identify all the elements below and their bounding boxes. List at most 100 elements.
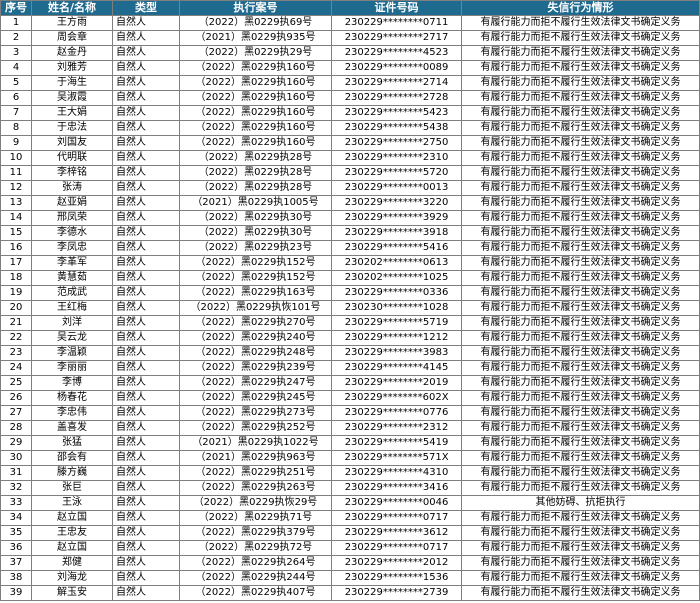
cell-index: 25 [0,375,32,391]
cell-type: 自然人 [112,525,180,541]
cell-id-number: 230229********1536 [331,570,462,586]
cell-type: 自然人 [112,465,180,481]
cell-type: 自然人 [112,255,180,271]
table-row: 17 李革军 自然人 （2022）黑0229执152号 230202********06… [0,255,700,271]
cell-id-number: 230229********0046 [331,495,462,511]
cell-case-number: （2022）黑0229执72号 [179,540,332,556]
table-row: 25 李博 自然人 （2022）黑0229执247号 230229********201… [0,375,700,391]
cell-dishonest-behavior: 有履行能力而拒不履行生效法律文书确定义务 [461,570,700,586]
cell-case-number: （2022）黑0229执247号 [179,375,332,391]
cell-case-number: （2022）黑0229执163号 [179,285,332,301]
cell-dishonest-behavior: 有履行能力而拒不履行生效法律文书确定义务 [461,75,700,91]
cell-index: 8 [0,120,32,136]
cell-case-number: （2022）黑0229执407号 [179,585,332,601]
cell-dishonest-behavior: 有履行能力而拒不履行生效法律文书确定义务 [461,480,700,496]
cell-index: 39 [0,585,32,601]
cell-id-number: 230230********1028 [331,300,462,316]
table-row: 6 吴淑霞 自然人 （2022）黑0229执160号 230229********272… [0,90,700,106]
cell-dishonest-behavior: 有履行能力而拒不履行生效法律文书确定义务 [461,195,700,211]
table-row: 32 张巨 自然人 （2022）黑0229执263号 230229********341… [0,480,700,496]
cell-id-number: 230229********2750 [331,135,462,151]
cell-id-number: 230229********5719 [331,315,462,331]
cell-case-number: （2022）黑0229执30号 [179,210,332,226]
cell-index: 2 [0,30,32,46]
cell-case-number: （2022）黑0229执379号 [179,525,332,541]
cell-case-number: （2022）黑0229执恢101号 [179,300,332,316]
cell-name: 赵金丹 [31,45,113,61]
cell-index: 13 [0,195,32,211]
cell-type: 自然人 [112,495,180,511]
table-row: 8 于忠法 自然人 （2022）黑0229执160号 230229********543… [0,120,700,136]
cell-case-number: （2022）黑0229执160号 [179,75,332,91]
cell-dishonest-behavior: 有履行能力而拒不履行生效法律文书确定义务 [461,15,700,31]
cell-id-number: 230229********2310 [331,150,462,166]
table-row: 37 郑健 自然人 （2022）黑0229执264号 230229********201… [0,555,700,571]
cell-type: 自然人 [112,150,180,166]
cell-type: 自然人 [112,60,180,76]
cell-type: 自然人 [112,45,180,61]
cell-dishonest-behavior: 有履行能力而拒不履行生效法律文书确定义务 [461,150,700,166]
cell-id-number: 230229********0336 [331,285,462,301]
cell-case-number: （2022）黑0229执28号 [179,165,332,181]
cell-index: 30 [0,450,32,466]
table-row: 36 赵立国 自然人 （2022）黑0229执72号 230229********071… [0,540,700,556]
table-row: 21 刘洋 自然人 （2022）黑0229执270号 230229********571… [0,315,700,331]
table-row: 38 刘海龙 自然人 （2022）黑0229执244号 230229********15… [0,570,700,586]
cell-index: 28 [0,420,32,436]
cell-index: 21 [0,315,32,331]
cell-id-number: 230229********0013 [331,180,462,196]
cell-case-number: （2022）黑0229执160号 [179,120,332,136]
cell-type: 自然人 [112,285,180,301]
cell-case-number: （2022）黑0229执245号 [179,390,332,406]
table-row: 34 赵立国 自然人 （2022）黑0229执71号 230229********071… [0,510,700,526]
cell-dishonest-behavior: 有履行能力而拒不履行生效法律文书确定义务 [461,210,700,226]
table-row: 7 王大娟 自然人 （2022）黑0229执160号 230229********542… [0,105,700,121]
cell-index: 31 [0,465,32,481]
cell-type: 自然人 [112,180,180,196]
cell-type: 自然人 [112,240,180,256]
cell-case-number: （2022）黑0229执30号 [179,225,332,241]
cell-id-number: 230229********0711 [331,15,462,31]
cell-id-number: 230229********5419 [331,435,462,451]
cell-id-number: 230229********2728 [331,90,462,106]
cell-name: 刘国友 [31,135,113,151]
cell-name: 王红梅 [31,300,113,316]
cell-name: 李革军 [31,255,113,271]
cell-name: 张巨 [31,480,113,496]
cell-case-number: （2022）黑0229执273号 [179,405,332,421]
cell-dishonest-behavior: 有履行能力而拒不履行生效法律文书确定义务 [461,315,700,331]
header-row: 序号 姓名/名称 类型 执行案号 证件号码 失信行为情形 [0,0,700,16]
table-row: 1 王方雨 自然人 （2022）黑0229执69号 230229********0711… [0,15,700,31]
table-row: 15 李德水 自然人 （2022）黑0229执30号 230229********391… [0,225,700,241]
cell-dishonest-behavior: 有履行能力而拒不履行生效法律文书确定义务 [461,540,700,556]
cell-index: 3 [0,45,32,61]
cell-name: 刘洋 [31,315,113,331]
cell-case-number: （2022）黑0229执28号 [179,150,332,166]
cell-case-number: （2022）黑0229执252号 [179,420,332,436]
cell-index: 19 [0,285,32,301]
cell-index: 27 [0,405,32,421]
header-name: 姓名/名称 [31,0,113,16]
cell-dishonest-behavior: 其他妨碍、抗拒执行 [461,495,700,511]
cell-name: 代明联 [31,150,113,166]
cell-type: 自然人 [112,540,180,556]
cell-id-number: 230229********2312 [331,420,462,436]
cell-id-number: 230229********5720 [331,165,462,181]
cell-case-number: （2021）黑0229执1005号 [179,195,332,211]
cell-dishonest-behavior: 有履行能力而拒不履行生效法律文书确定义务 [461,255,700,271]
cell-name: 刘雅芳 [31,60,113,76]
cell-id-number: 230229********0089 [331,60,462,76]
cell-dishonest-behavior: 有履行能力而拒不履行生效法律文书确定义务 [461,60,700,76]
cell-index: 18 [0,270,32,286]
cell-id-number: 230229********3918 [331,225,462,241]
cell-name: 赵立国 [31,540,113,556]
table-row: 33 王泳 自然人 （2022）黑0229执恢29号 230229********004… [0,495,700,511]
cell-id-number: 230229********4145 [331,360,462,376]
cell-id-number: 230229********571X [331,450,462,466]
cell-index: 22 [0,330,32,346]
cell-dishonest-behavior: 有履行能力而拒不履行生效法律文书确定义务 [461,360,700,376]
cell-id-number: 230229********2739 [331,585,462,601]
cell-index: 23 [0,345,32,361]
cell-case-number: （2022）黑0229执29号 [179,45,332,61]
cell-name: 张涛 [31,180,113,196]
